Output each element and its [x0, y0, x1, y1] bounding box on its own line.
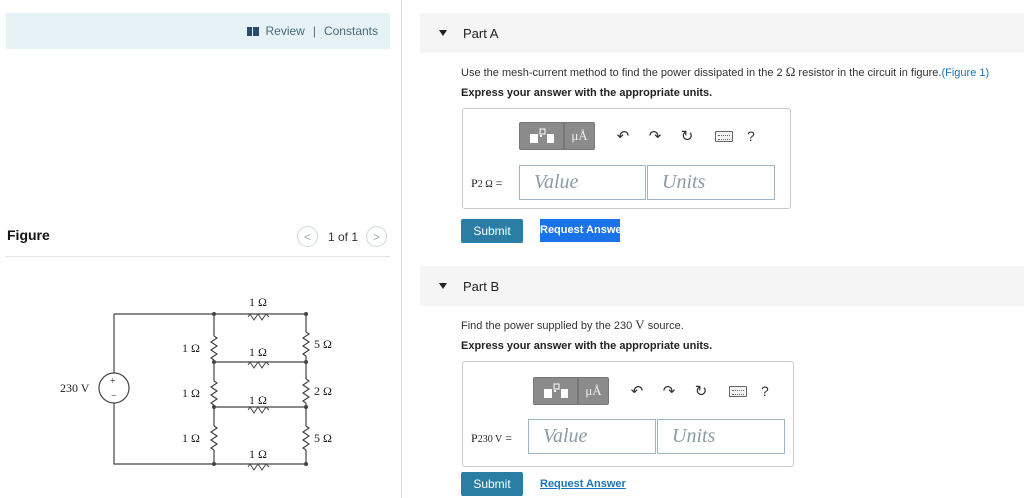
- constants-link[interactable]: Constants: [324, 24, 378, 38]
- part-b-units-input[interactable]: Units: [657, 419, 785, 454]
- part-b-submit-button[interactable]: Submit: [461, 472, 523, 496]
- part-a-question-text-end: resistor in the circuit in figure.: [795, 67, 942, 79]
- source-label: 230 V: [60, 381, 90, 395]
- resistor-bottom-label: 1 Ω: [249, 447, 267, 461]
- redo-icon[interactable]: ↷: [645, 126, 665, 146]
- right-panel: Part A Use the mesh-current method to fi…: [420, 0, 1024, 498]
- reset-icon[interactable]: ↻: [691, 381, 711, 401]
- circuit-diagram: 230 V + − 1 Ω 1 Ω 1 Ω 1 Ω 1 Ω 1 Ω 1 Ω 5 …: [60, 295, 332, 471]
- var-main: P: [471, 431, 478, 445]
- resistor-mid2-label: 1 Ω: [249, 393, 267, 407]
- part-a-instruction: Express your answer with the appropriate…: [461, 87, 713, 99]
- volt-symbol: V: [635, 317, 645, 332]
- omega-symbol: Ω: [785, 64, 796, 79]
- resistor-right1-label: 5 Ω: [314, 337, 332, 351]
- part-b-value-input[interactable]: Value: [528, 419, 656, 454]
- part-b-answer-box: μÅ ↶ ↷ ↻ ? P230 V = Value Units: [462, 361, 794, 467]
- pager-text: 1 of 1: [328, 229, 359, 244]
- part-a-answer-box: μÅ ↶ ↷ ↻ ? P2 Ω = Value Units: [462, 108, 791, 209]
- review-icon: [247, 26, 260, 36]
- var-equals: =: [502, 431, 513, 445]
- units-button[interactable]: μÅ: [564, 122, 595, 150]
- math-toolbar: μÅ ↶ ↷ ↻ ?: [519, 122, 755, 150]
- source-minus: −: [111, 391, 117, 402]
- part-b-variable-label: P230 V =: [471, 431, 512, 446]
- keyboard-icon[interactable]: [715, 130, 733, 142]
- part-b-question-text: Find the power supplied by the 230: [461, 320, 636, 332]
- figure-link[interactable]: (Figure 1): [941, 67, 989, 79]
- part-a-header[interactable]: Part A: [420, 13, 1024, 53]
- templates-button[interactable]: [533, 377, 578, 405]
- part-b-request-answer-link[interactable]: Request Answer: [540, 478, 626, 490]
- part-b-header[interactable]: Part B: [420, 266, 1024, 306]
- resistor-right2-label: 2 Ω: [314, 384, 332, 398]
- templates-icon: [529, 128, 554, 143]
- part-a-value-input[interactable]: Value: [519, 165, 646, 200]
- help-icon[interactable]: ?: [761, 383, 769, 399]
- part-a-question: Use the mesh-current method to find the …: [461, 64, 989, 80]
- var-subscript: 2 Ω: [477, 179, 493, 190]
- figure-pager: < 1 of 1 >: [297, 226, 388, 247]
- prev-figure-button[interactable]: <: [297, 226, 318, 247]
- left-panel: Review | Constants Figure < 1 of 1 > 230…: [0, 0, 402, 498]
- part-a-request-answer-link[interactable]: Request Answer: [540, 219, 620, 242]
- review-link[interactable]: Review: [265, 24, 304, 38]
- var-equals: =: [492, 176, 503, 190]
- help-icon[interactable]: ?: [747, 128, 755, 144]
- figure-divider: [6, 256, 390, 257]
- part-a-variable-label: P2 Ω =: [471, 176, 502, 191]
- templates-button[interactable]: [519, 122, 564, 150]
- collapse-caret-icon[interactable]: [439, 283, 447, 289]
- undo-icon[interactable]: ↶: [627, 381, 647, 401]
- resistor-left1-label: 1 Ω: [182, 341, 200, 355]
- math-toolbar: μÅ ↶ ↷ ↻ ?: [533, 377, 769, 405]
- keyboard-icon[interactable]: [729, 385, 747, 397]
- collapse-caret-icon[interactable]: [439, 30, 447, 36]
- resistor-left3-label: 1 Ω: [182, 431, 200, 445]
- undo-icon[interactable]: ↶: [613, 126, 633, 146]
- resistor-right3-label: 5 Ω: [314, 431, 332, 445]
- redo-icon[interactable]: ↷: [659, 381, 679, 401]
- templates-icon: [543, 383, 568, 398]
- var-subscript: 230 V: [477, 434, 503, 445]
- units-button[interactable]: μÅ: [578, 377, 609, 405]
- review-constants-bar: Review | Constants: [6, 13, 390, 49]
- resistor-mid1-label: 1 Ω: [249, 345, 267, 359]
- part-b-question: Find the power supplied by the 230 V sou…: [461, 317, 684, 333]
- part-a-title: Part A: [463, 25, 499, 41]
- figure-heading: Figure: [7, 227, 50, 243]
- next-figure-button[interactable]: >: [366, 226, 388, 247]
- part-a-submit-button[interactable]: Submit: [461, 219, 523, 243]
- separator: |: [312, 24, 316, 38]
- reset-icon[interactable]: ↻: [677, 126, 697, 146]
- resistor-left2-label: 1 Ω: [182, 386, 200, 400]
- part-a-units-input[interactable]: Units: [647, 165, 775, 200]
- part-b-question-text-end: source.: [644, 320, 684, 332]
- source-plus: +: [110, 376, 116, 387]
- part-b-title: Part B: [463, 278, 500, 294]
- part-a-question-text: Use the mesh-current method to find the …: [461, 67, 786, 79]
- var-main: P: [471, 176, 478, 190]
- part-b-instruction: Express your answer with the appropriate…: [461, 340, 713, 352]
- resistor-top-label: 1 Ω: [249, 295, 267, 309]
